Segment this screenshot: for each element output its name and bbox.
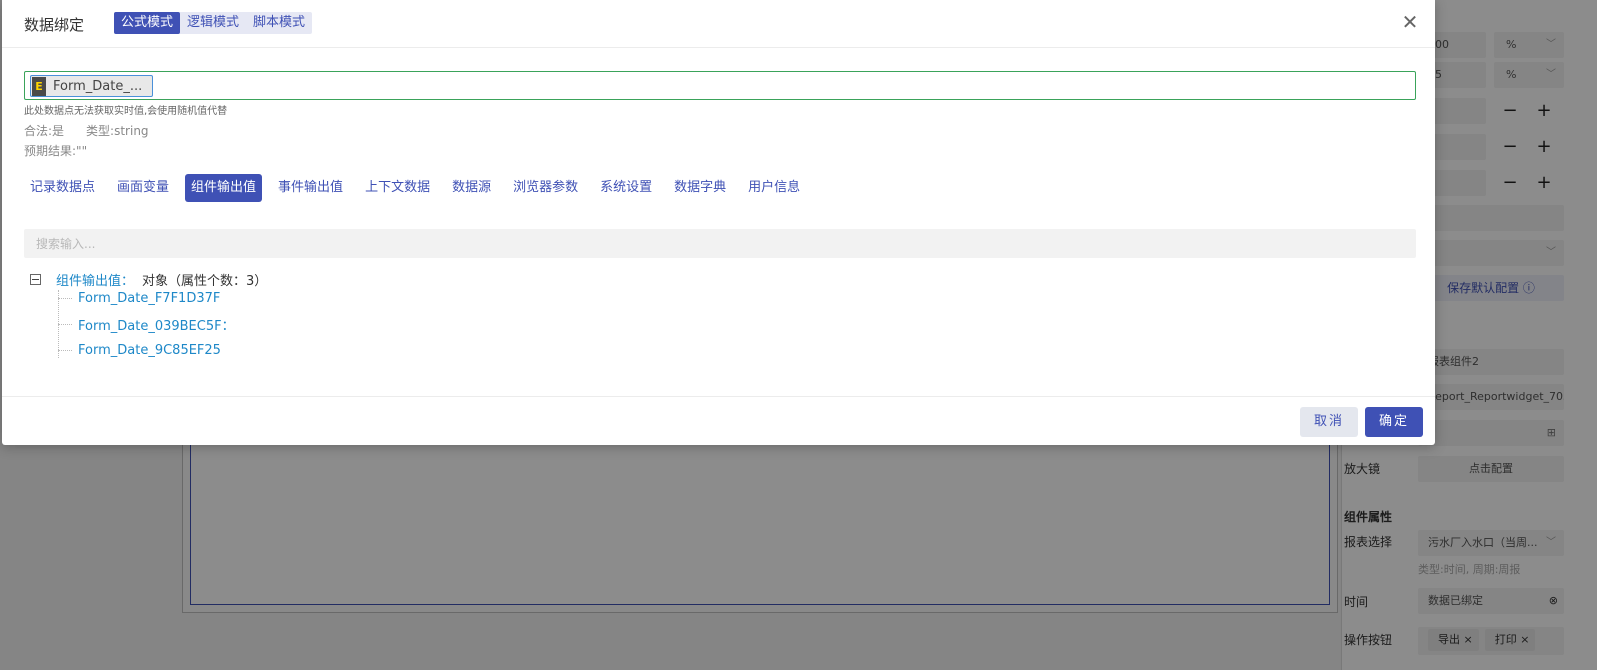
formula-token-label: Form_Date_... (53, 78, 143, 94)
collapse-icon[interactable] (30, 273, 41, 285)
mode-formula[interactable]: 公式模式 (114, 12, 181, 34)
tree-item: Form_Date_9C85EF25 (58, 341, 221, 359)
tab-screen-variable[interactable]: 画面变量 (111, 174, 175, 202)
tab-user-info[interactable]: 用户信息 (742, 174, 806, 202)
type-status: 类型:string (86, 124, 149, 138)
tree-branch-line (58, 349, 72, 351)
tab-data-dictionary[interactable]: 数据字典 (668, 174, 732, 202)
tree-root-type: 对象（属性个数：3） (142, 273, 268, 289)
mode-script[interactable]: 脚本模式 (246, 12, 312, 34)
data-binding-dialog: 数据绑定 公式模式 逻辑模式 脚本模式 ✕ E Form_Date_... 此处… (2, 0, 1435, 445)
expected-result: 预期结果:"" (24, 144, 88, 158)
validation-info: 合法:是 类型:string (24, 122, 149, 139)
tab-event-output[interactable]: 事件输出值 (272, 174, 349, 202)
close-icon[interactable]: ✕ (1400, 12, 1420, 32)
dialog-header: 数据绑定 公式模式 逻辑模式 脚本模式 ✕ (2, 0, 1435, 48)
search-input[interactable] (24, 229, 1416, 258)
expression-badge-icon: E (32, 76, 46, 96)
tree-branch-line (58, 297, 72, 299)
tree-item-label[interactable]: Form_Date_9C85EF25 (78, 343, 221, 358)
tree-item: Form_Date_039BEC5F： (58, 315, 235, 334)
tree-item-label[interactable]: Form_Date_F7F1D37F (78, 291, 220, 306)
dialog-title: 数据绑定 (24, 16, 85, 34)
realtime-hint: 此处数据点无法获取实时值,会使用随机值代替 (24, 106, 228, 117)
tab-data-source[interactable]: 数据源 (446, 174, 497, 202)
tree-item-label[interactable]: Form_Date_039BEC5F： (78, 315, 235, 334)
tab-context-data[interactable]: 上下文数据 (359, 174, 436, 202)
mode-switch: 公式模式 逻辑模式 脚本模式 (114, 12, 313, 34)
formula-token[interactable]: E Form_Date_... (30, 75, 154, 97)
mode-logic[interactable]: 逻辑模式 (180, 12, 246, 34)
tree-root-label[interactable]: 组件输出值： (56, 270, 134, 289)
tree-root: 组件输出值： 对象（属性个数：3） (30, 270, 268, 289)
category-tabs: 记录数据点 画面变量 组件输出值 事件输出值 上下文数据 数据源 浏览器参数 系… (24, 174, 816, 202)
dialog-footer: 取消 确定 (2, 396, 1435, 445)
tab-record-datapoint[interactable]: 记录数据点 (24, 174, 101, 202)
tab-component-output[interactable]: 组件输出值 (185, 174, 263, 202)
tab-system-settings[interactable]: 系统设置 (594, 174, 658, 202)
cancel-button[interactable]: 取消 (1300, 407, 1358, 437)
tree-branch-line (58, 323, 72, 325)
valid-status: 合法:是 (24, 124, 65, 138)
confirm-button[interactable]: 确定 (1365, 407, 1423, 437)
formula-editor[interactable]: E Form_Date_... (24, 71, 1416, 100)
tree-item: Form_Date_F7F1D37F (58, 289, 220, 307)
tab-browser-params[interactable]: 浏览器参数 (507, 174, 584, 202)
